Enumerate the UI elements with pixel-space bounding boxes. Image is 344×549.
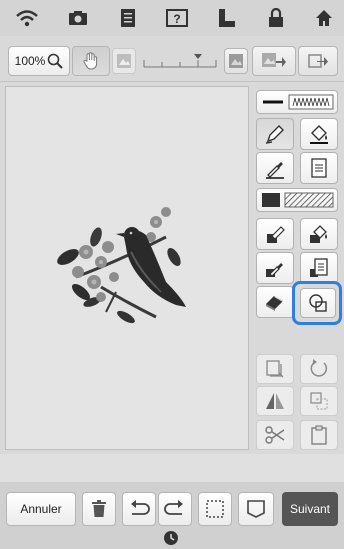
- line-stitch-button[interactable]: [256, 90, 338, 114]
- svg-text:?: ?: [173, 12, 180, 26]
- line-list-button[interactable]: [300, 152, 338, 184]
- select-area-icon: [266, 360, 284, 378]
- select-area-button[interactable]: [256, 354, 294, 384]
- select-all-icon: [206, 500, 224, 518]
- duplicate-icon: [310, 392, 328, 410]
- duplicate-button[interactable]: [300, 386, 338, 416]
- line-eyedropper-icon: [266, 162, 284, 179]
- undo-icon: [131, 500, 150, 515]
- undo-button[interactable]: [122, 492, 156, 526]
- document-icon[interactable]: [116, 6, 140, 30]
- cut-icon: [265, 426, 285, 444]
- help-icon[interactable]: ?: [164, 6, 190, 30]
- image-toggle-icon: [117, 54, 131, 68]
- home-icon[interactable]: [312, 6, 336, 30]
- line-bucket-icon: [310, 125, 328, 144]
- shape-icon: [247, 500, 265, 518]
- region-list-button[interactable]: [300, 252, 338, 284]
- image-fill-icon: [229, 54, 243, 68]
- magnifier-icon: [48, 53, 64, 69]
- zoom-button[interactable]: 100%: [8, 46, 70, 76]
- export-button[interactable]: [298, 46, 338, 76]
- wifi-icon[interactable]: [14, 6, 40, 30]
- brush-button[interactable]: [256, 218, 294, 250]
- mirror-icon: [266, 393, 284, 409]
- region-eyedropper-icon: [266, 263, 283, 277]
- line-stitch-preview-icon: [263, 94, 334, 110]
- pan-button[interactable]: [72, 46, 110, 76]
- zoom-value: 100%: [14, 54, 46, 68]
- bottom-strip: [0, 454, 344, 482]
- pen-button[interactable]: [256, 118, 294, 150]
- mirror-button[interactable]: [256, 386, 294, 416]
- rotate-icon: [310, 359, 328, 377]
- eraser-icon: [266, 296, 283, 311]
- pen-icon: [265, 125, 284, 144]
- thread-icon[interactable]: [214, 6, 240, 30]
- shape-button[interactable]: [238, 492, 274, 526]
- cancel-button[interactable]: Annuler: [6, 492, 76, 526]
- ruler-slider-icon: [143, 54, 217, 68]
- drawing-canvas[interactable]: [5, 86, 249, 450]
- image-import-button[interactable]: [252, 46, 296, 76]
- select-all-button[interactable]: [198, 492, 232, 526]
- region-fill-button[interactable]: [256, 188, 338, 212]
- next-button[interactable]: Suivant: [282, 492, 338, 526]
- bird-embroidery-image: [57, 207, 186, 324]
- ruler-slider[interactable]: [140, 50, 220, 72]
- region-bucket-icon: [310, 225, 327, 243]
- trash-icon: [92, 500, 106, 517]
- eraser-button[interactable]: [256, 286, 294, 318]
- brush-icon: [267, 226, 285, 243]
- rotate-button[interactable]: [300, 354, 338, 384]
- cut-button[interactable]: [256, 420, 294, 450]
- cancel-label: Annuler: [20, 502, 62, 516]
- hand-pan-icon: [83, 52, 98, 70]
- image-toggle-button[interactable]: [112, 48, 136, 74]
- top-bar: ?: [0, 0, 344, 36]
- selection-highlight: [292, 281, 342, 325]
- paste-button[interactable]: [300, 420, 338, 450]
- next-label: Suivant: [289, 502, 331, 516]
- line-list-icon: [311, 158, 327, 178]
- region-eyedropper-button[interactable]: [256, 252, 294, 284]
- redo-button[interactable]: [158, 492, 192, 526]
- image-fill-button[interactable]: [224, 48, 248, 74]
- region-list-icon: [310, 258, 328, 277]
- region-bucket-button[interactable]: [300, 218, 338, 250]
- paste-icon: [311, 425, 327, 445]
- clock-icon[interactable]: [163, 530, 179, 546]
- export-icon: [308, 54, 328, 68]
- redo-icon: [164, 500, 183, 515]
- line-eyedropper-button[interactable]: [256, 152, 294, 184]
- image-import-icon: [262, 53, 286, 67]
- region-fill-preview-icon: [262, 192, 334, 208]
- camera-icon[interactable]: [66, 6, 90, 30]
- lock-icon[interactable]: [264, 6, 288, 30]
- delete-button[interactable]: [82, 492, 116, 526]
- line-bucket-button[interactable]: [300, 118, 338, 150]
